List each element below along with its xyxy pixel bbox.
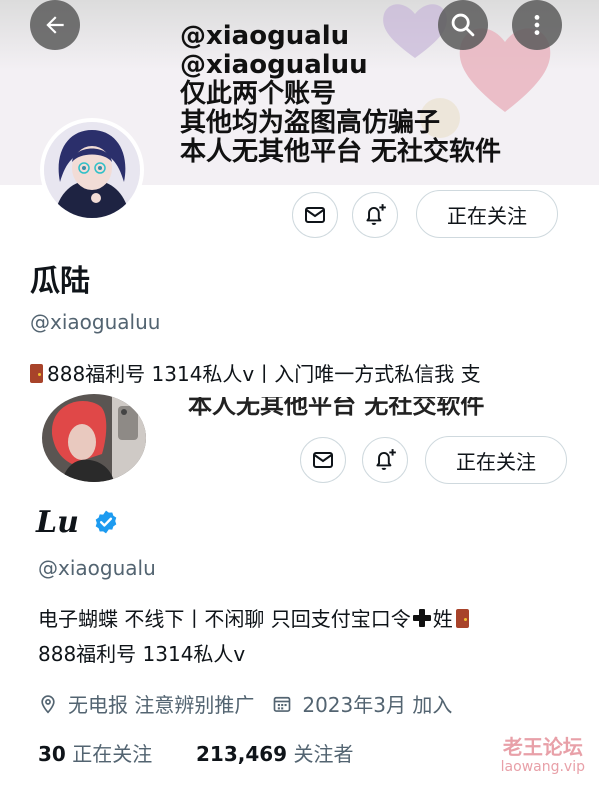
following-stat[interactable]: 30 正在关注 <box>38 738 152 767</box>
bio: 888福利号 1314私人v丨入门唯一方式私信我 支 <box>30 358 481 387</box>
more-vertical-icon <box>534 15 540 35</box>
more-button[interactable] <box>512 0 562 50</box>
search-icon <box>451 13 475 37</box>
bio-line: 888福利号 1314私人v <box>38 642 246 666</box>
calendar-icon <box>274 696 291 712</box>
following-button[interactable]: 正在关注 <box>425 436 567 484</box>
banner-line: @xiaogualuu <box>180 50 368 80</box>
display-name-text: Lu <box>36 505 79 540</box>
bio-text: 姓 <box>432 607 453 631</box>
notify-button[interactable] <box>352 192 398 238</box>
following-count: 30 <box>38 742 66 766</box>
door-icon <box>455 609 469 628</box>
avatar[interactable] <box>40 118 144 222</box>
watermark-title: 老王论坛 <box>502 735 583 760</box>
verified-badge-icon[interactable] <box>93 509 119 535</box>
followers-stat[interactable]: 213,469 关注者 <box>196 738 353 767</box>
avatar-illustration <box>44 122 140 218</box>
display-name: 瓜陆 <box>30 264 90 299</box>
banner-line: 其他均为盗图高仿骗子 <box>180 108 441 138</box>
location-text: 无电报 注意辨别推广 <box>68 693 255 717</box>
banner-line: 本人无其他平台 无社交软件 <box>180 137 502 167</box>
location-pin-icon <box>41 694 55 714</box>
notify-button[interactable] <box>362 437 408 483</box>
following-label: 正在关注 <box>72 742 153 766</box>
joined-date: 2023年3月 加入 <box>302 693 453 717</box>
avatar[interactable] <box>38 390 150 486</box>
user-handle: @xiaogualu <box>38 556 156 580</box>
following-button[interactable]: 正在关注 <box>416 190 558 238</box>
followers-label: 关注者 <box>293 742 354 766</box>
bio-text: 电子蝴蝶 不线下丨不闲聊 只回支付宝口令 <box>38 607 411 631</box>
followers-count: 213,469 <box>196 742 288 766</box>
watermark-site: laowang.vip <box>500 759 585 776</box>
bell-plus-icon <box>376 449 396 470</box>
search-button[interactable] <box>438 0 488 50</box>
back-button[interactable] <box>30 0 80 50</box>
user-handle: @xiaogualuu <box>30 310 161 334</box>
avatar-photo <box>42 394 146 482</box>
mail-icon <box>313 452 333 468</box>
profile-meta: 无电报 注意辨别推广 2023年3月 加入 <box>38 689 452 718</box>
mail-icon <box>305 207 325 223</box>
bio-text: 888福利号 1314私人v丨入门唯一方式私信我 支 <box>47 362 481 386</box>
watermark: 老王论坛 laowang.vip <box>501 735 585 776</box>
display-name: Lu <box>36 505 119 540</box>
banner-line: 仅此两个账号 <box>180 79 337 109</box>
plus-icon <box>412 608 432 628</box>
message-button[interactable] <box>300 437 346 483</box>
door-icon <box>30 364 43 383</box>
message-button[interactable] <box>292 192 338 238</box>
arrow-left-icon <box>46 16 64 34</box>
bell-plus-icon <box>366 204 386 225</box>
bio-line: 电子蝴蝶 不线下丨不闲聊 只回支付宝口令姓 <box>38 603 473 632</box>
